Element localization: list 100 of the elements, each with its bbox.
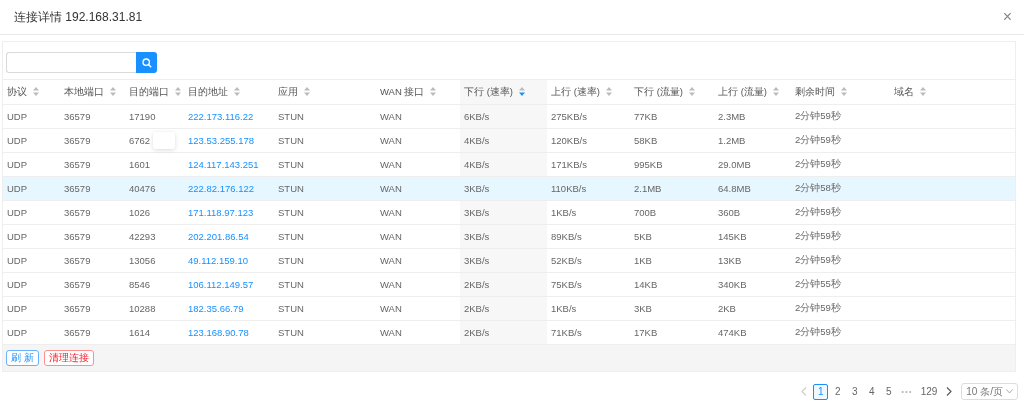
table-cell: UDP <box>7 231 28 242</box>
table-cell: 2KB <box>718 303 736 314</box>
table-cell: WAN <box>380 327 402 338</box>
table-cell: 89KB/s <box>551 231 582 242</box>
refresh-button[interactable]: 刷 新 <box>6 350 39 366</box>
close-button[interactable]: × <box>1002 8 1012 26</box>
sort-icon[interactable] <box>688 87 695 97</box>
table-row[interactable]: UDP 36579 17190 222.173.116.22 STUN WAN 6KB/s 275KB/s 77KB 2.3MB 2分钟59秒 <box>3 104 1015 129</box>
table-cell: 36579 <box>64 111 91 122</box>
table-cell: 2分钟59秒 <box>795 302 841 313</box>
table-cell: 2分钟55秒 <box>795 278 841 289</box>
table-cell: UDP <box>7 279 28 290</box>
table-row[interactable]: UDP 36579 1614 123.168.90.78 STUN WAN 2KB/s 71KB/s 17KB 474KB 2分钟59秒 <box>3 320 1015 345</box>
table-cell: WAN <box>380 207 402 218</box>
table-cell: 14KB <box>634 279 658 290</box>
page-button[interactable]: 1 <box>813 383 829 400</box>
ip-link[interactable]: 182.35.66.79 <box>188 303 244 314</box>
sort-icon[interactable] <box>33 87 39 97</box>
table-cell: 145KB <box>718 231 747 242</box>
table-cell: 13056 <box>129 255 156 266</box>
table-cell: 3KB <box>634 303 652 314</box>
table-cell: WAN <box>380 135 402 146</box>
table-cell: 36579 <box>64 279 91 290</box>
table-cell: 40476 <box>129 183 156 194</box>
table-row[interactable]: UDP 36579 10288 182.35.66.79 STUN WAN 2KB/s 1KB/s 3KB 2KB 2分钟59秒 <box>3 296 1015 321</box>
column-header: 应用 <box>278 85 298 97</box>
table-cell: 474KB <box>718 327 747 338</box>
table-cell: 36579 <box>64 231 91 242</box>
table-cell: 77KB <box>634 111 658 122</box>
table-cell: 1614 <box>129 327 151 338</box>
sort-icon[interactable] <box>234 87 240 97</box>
table-cell: 36579 <box>64 183 91 194</box>
sort-icon[interactable] <box>920 87 926 97</box>
table-cell: UDP <box>7 183 28 194</box>
sort-icon[interactable] <box>841 87 847 97</box>
table-cell: 1026 <box>129 207 151 218</box>
ip-link[interactable]: 124.117.143.251 <box>188 159 259 170</box>
table-cell: STUN <box>278 135 304 146</box>
table-row[interactable]: UDP 36579 6762 123.53.255.178 STUN WAN 4KB/s 120KB/s 58KB 1.2MB 2分钟59秒 <box>3 128 1015 153</box>
table-row[interactable]: UDP 36579 8546 106.112.149.57 STUN WAN 2KB/s 75KB/s 14KB 340KB 2分钟55秒 <box>3 272 1015 297</box>
table-cell: 995KB <box>634 159 663 170</box>
table-row[interactable]: UDP 36579 1601 124.117.143.251 STUN WAN 4KB/s 171KB/s 995KB 29.0MB 2分钟59秒 <box>3 152 1015 177</box>
table-cell: 1601 <box>129 159 151 170</box>
sort-icon[interactable] <box>518 87 525 97</box>
ip-link[interactable]: 49.112.159.10 <box>188 255 249 266</box>
column-header: WAN 接口 <box>380 85 425 97</box>
search-icon <box>141 57 152 68</box>
sort-icon[interactable] <box>175 87 181 97</box>
table-cell: STUN <box>278 207 304 218</box>
ip-link[interactable]: 202.201.86.54 <box>188 231 249 242</box>
table-cell: UDP <box>7 159 28 170</box>
table-cell: 29.0MB <box>718 159 751 170</box>
ip-link[interactable]: 106.112.149.57 <box>188 279 254 290</box>
table-cell: 3KB/s <box>464 207 490 218</box>
page-size-select[interactable]: 10 条/页 <box>961 383 1018 400</box>
table-cell: WAN <box>380 111 402 122</box>
ip-link[interactable]: 171.118.97.123 <box>188 207 254 218</box>
caret-icon <box>1006 389 1013 394</box>
column-header: 本地端口 <box>64 85 104 97</box>
table-cell: WAN <box>380 159 402 170</box>
chevron-right-icon <box>946 387 953 396</box>
table-cell: WAN <box>380 279 402 290</box>
table-cell: STUN <box>278 327 304 338</box>
table-cell: UDP <box>7 327 28 338</box>
ip-link[interactable]: 222.173.116.22 <box>188 111 254 122</box>
table-cell: UDP <box>7 255 28 266</box>
table-cell: 5KB <box>634 231 652 242</box>
clear-button[interactable]: 清理连接 <box>43 350 94 366</box>
table-cell: 2分钟59秒 <box>795 206 841 217</box>
table-cell: STUN <box>278 255 304 266</box>
sort-icon[interactable] <box>430 87 437 97</box>
sort-icon[interactable] <box>304 87 310 97</box>
table-row[interactable]: UDP 36579 40476 222.82.176.122 STUN WAN 3KB/s 110KB/s 2.1MB 64.8MB 2分钟58秒 <box>3 176 1015 201</box>
sort-icon[interactable] <box>110 87 116 97</box>
ip-link[interactable]: 123.168.90.78 <box>188 327 249 338</box>
sort-icon[interactable] <box>605 87 612 97</box>
table-cell: 2.1MB <box>634 183 662 194</box>
table-cell: 2分钟59秒 <box>795 254 841 265</box>
table-cell: 2分钟59秒 <box>795 158 841 169</box>
table-row[interactable]: UDP 36579 13056 49.112.159.10 STUN WAN 3KB/s 52KB/s 1KB 13KB 2分钟59秒 <box>3 248 1015 273</box>
table-cell: WAN <box>380 303 402 314</box>
column-header: 目的地址 <box>188 85 228 97</box>
column-header: 目的端口 <box>129 85 169 97</box>
dialog-title: 连接详情 192.168.31.81 <box>14 8 143 26</box>
table-cell: 36579 <box>64 327 91 338</box>
sort-icon[interactable] <box>772 87 779 97</box>
table-row[interactable]: UDP 36579 1026 171.118.97.123 STUN WAN 3KB/s 1KB/s 700B 360B 2分钟59秒 <box>3 200 1015 225</box>
table-cell: UDP <box>7 303 28 314</box>
table-cell: 1.2MB <box>718 135 746 146</box>
table-cell: 13KB <box>718 255 742 266</box>
search-button[interactable] <box>136 52 157 73</box>
table-cell: STUN <box>278 231 304 242</box>
table-cell: 3KB/s <box>464 255 490 266</box>
ip-link[interactable]: 123.53.255.178 <box>188 135 255 146</box>
table-row[interactable]: UDP 36579 42293 202.201.86.54 STUN WAN 3KB/s 89KB/s 5KB 145KB 2分钟59秒 <box>3 224 1015 249</box>
search-field[interactable] <box>6 52 136 73</box>
column-header: 协议 <box>7 85 27 97</box>
table-cell: 17190 <box>129 111 156 122</box>
table-cell: 2分钟59秒 <box>795 230 841 241</box>
table-cell: 360B <box>718 207 741 218</box>
